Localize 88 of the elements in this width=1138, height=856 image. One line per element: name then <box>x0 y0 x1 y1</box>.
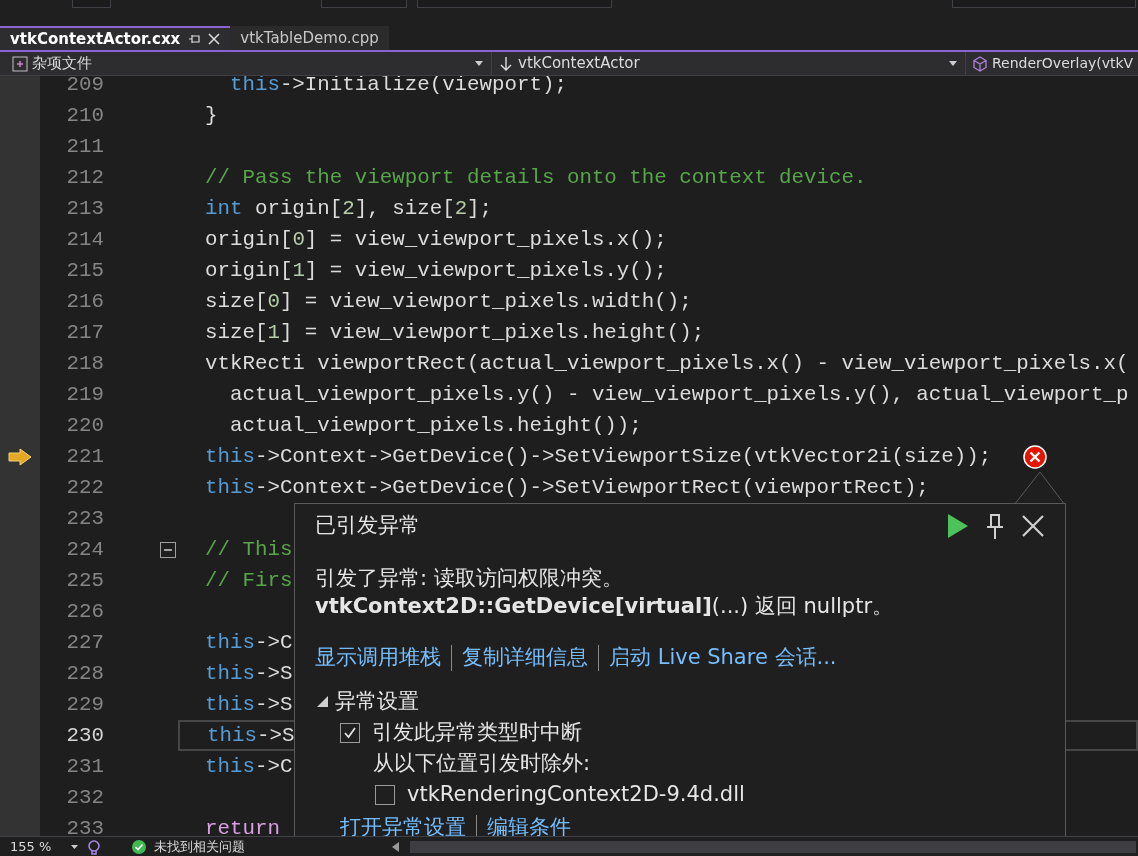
checkbox-label: 引发此异常类型时中断 <box>372 719 582 746</box>
line-number: 230 <box>65 722 104 749</box>
collapse-toggle-icon[interactable] <box>160 541 176 558</box>
popup-title: 已引发异常 <box>315 512 421 540</box>
line-number: 218 <box>65 350 104 377</box>
line-number: 222 <box>65 474 104 501</box>
zoom-dropdown[interactable]: 155 % <box>0 837 82 856</box>
toolbar-field[interactable] <box>952 0 1136 8</box>
line-number: 226 <box>65 598 104 625</box>
code-line: this->Context->GetDevice()->SetViewportRect(viewportRect); <box>205 474 929 501</box>
close-icon[interactable] <box>208 33 221 45</box>
line-number: 225 <box>65 567 104 594</box>
line-number: 232 <box>65 784 104 811</box>
caret-icon <box>475 61 483 66</box>
code-line: origin[1] = view_viewport_pixels.y(); <box>205 257 667 284</box>
play-icon[interactable] <box>947 513 969 539</box>
line-number: 227 <box>65 629 104 656</box>
code-line: return <box>205 815 280 836</box>
line-number: 214 <box>65 226 104 253</box>
code-line: // This <box>205 536 293 563</box>
code-line: this->C <box>205 753 293 780</box>
checkbox-label: vtkRenderingContext2D-9.4d.dll <box>407 781 745 808</box>
editor-tab[interactable]: vtkTableDemo.cpp <box>230 26 389 50</box>
error-icon[interactable] <box>1023 444 1048 469</box>
line-number: 216 <box>65 288 104 315</box>
code-line: origin[0] = view_viewport_pixels.x(); <box>205 226 667 253</box>
line-number: 228 <box>65 660 104 687</box>
exception-message: 引发了异常: 读取访问权限冲突。 <box>315 565 624 592</box>
cube-icon <box>972 55 988 72</box>
code-line: size[0] = view_viewport_pixels.width(); <box>205 288 692 315</box>
code-line: actual_viewport_pixels.y() - view_viewport_pixels.y(), actual_viewport_p <box>228 381 1129 408</box>
line-number: 229 <box>65 691 104 718</box>
close-icon[interactable] <box>1021 514 1045 538</box>
link[interactable]: 显示调用堆栈 <box>315 642 441 674</box>
code-line: int origin[2], size[2]; <box>205 195 493 222</box>
line-number: 220 <box>65 412 104 439</box>
link[interactable]: 启动 Live Share 会话... <box>609 642 837 674</box>
line-number: 231 <box>65 753 104 780</box>
toolbar-field[interactable] <box>72 0 112 8</box>
line-number: 213 <box>65 195 104 222</box>
code-line: this->S <box>207 722 295 749</box>
line-number: 215 <box>65 257 104 284</box>
link[interactable]: 编辑条件 <box>487 812 571 836</box>
code-line: actual_viewport_pixels.height()); <box>228 412 642 439</box>
code-line: size[1] = view_viewport_pixels.height(); <box>205 319 705 346</box>
exception-message: vtkContext2D::GetDevice[virtual](...) 返回 nullptr。 <box>315 593 894 620</box>
except-label: 从以下位置引发时除外: <box>373 751 591 775</box>
code-line: this->S <box>205 691 293 718</box>
section-title: 异常设置 <box>335 687 419 715</box>
toolbar-field[interactable] <box>417 0 613 8</box>
line-number: 217 <box>65 319 104 346</box>
caret-icon <box>71 844 78 849</box>
toolbar-field[interactable] <box>321 0 408 8</box>
expander-icon[interactable] <box>315 694 329 709</box>
editor-tab[interactable]: vtkContextActor.cxx <box>0 26 231 50</box>
scroll-left-icon[interactable] <box>392 841 400 852</box>
code-line: this->Context->GetDevice()->SetViewportSize(vtkVector2i(size)); <box>205 443 992 470</box>
code-line: // Pass the viewport details onto the context device. <box>205 164 867 191</box>
code-line: this->S <box>205 660 293 687</box>
project-icon <box>12 55 28 72</box>
line-number: 209 <box>65 76 104 98</box>
check-icon <box>343 725 357 740</box>
pin-icon[interactable] <box>985 512 1005 540</box>
line-number: 233 <box>65 815 104 836</box>
horizontal-scrollbar[interactable] <box>410 840 1136 853</box>
checkbox[interactable] <box>340 722 360 743</box>
code-line: // Firs <box>205 567 293 594</box>
line-number: 223 <box>65 505 104 532</box>
arrow-down-icon <box>500 55 512 72</box>
line-number: 224 <box>65 536 104 563</box>
line-number: 211 <box>65 133 104 160</box>
line-number: 210 <box>65 102 104 129</box>
line-number: 219 <box>65 381 104 408</box>
scope-dropdown[interactable]: vtkContextActor <box>492 52 966 75</box>
line-number: 212 <box>65 164 104 191</box>
link[interactable]: 复制详细信息 <box>462 642 588 674</box>
member-dropdown[interactable]: RenderOverlay(vtkV <box>966 52 1138 75</box>
code-line: } <box>205 102 218 129</box>
line-number: 221 <box>65 443 104 470</box>
checkbox[interactable] <box>375 784 395 805</box>
caret-icon <box>949 61 957 66</box>
project-dropdown[interactable]: 杂项文件 <box>0 52 492 75</box>
code-line: vtkRecti viewportRect(actual_viewport_pixels.x() - view_viewport_pixels.x( <box>205 350 1129 377</box>
code-line: this->C <box>205 629 293 656</box>
check-circle-icon <box>132 839 146 854</box>
lightbulb-icon[interactable] <box>86 838 102 855</box>
pin-icon[interactable] <box>188 33 201 45</box>
issues-status: 未找到相关问题 <box>154 837 246 856</box>
